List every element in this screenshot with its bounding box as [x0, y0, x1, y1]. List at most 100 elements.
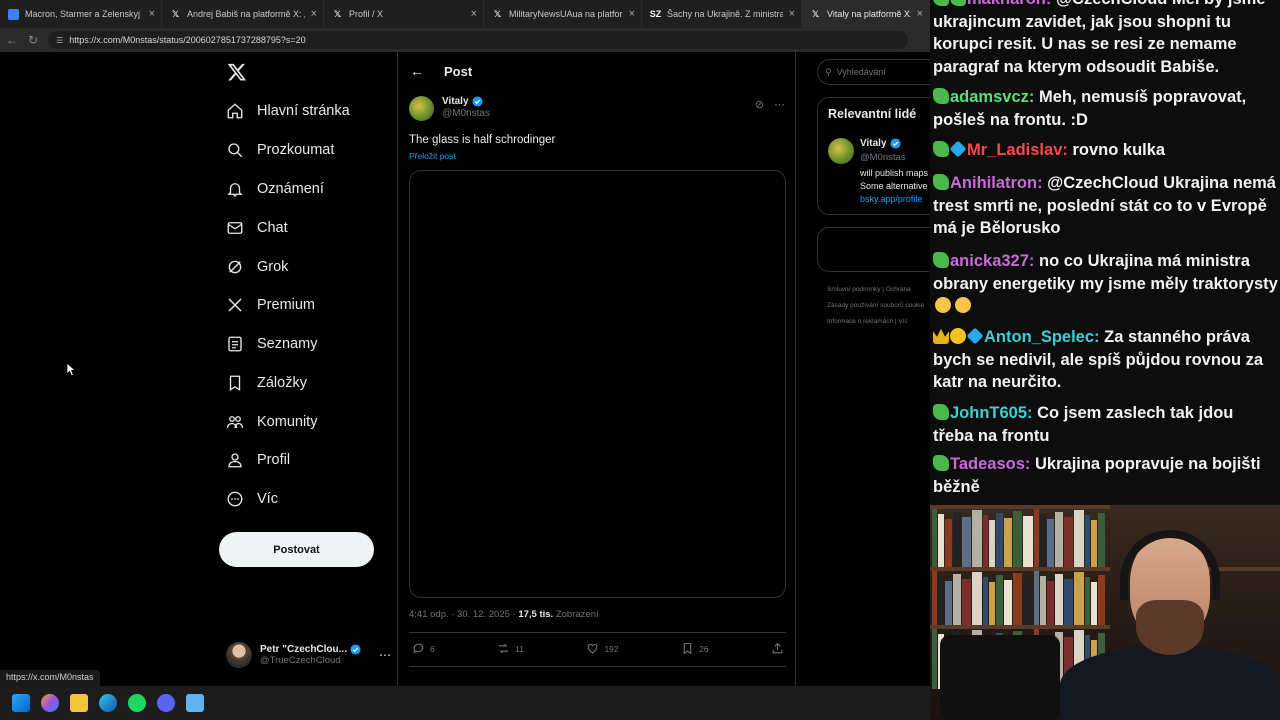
crown-badge-icon	[933, 328, 949, 344]
close-tab-icon[interactable]: ×	[471, 8, 477, 20]
browser-tab[interactable]: 𝕏 Vitaly na platformě X: „The gl ×	[802, 0, 930, 28]
browser-tab[interactable]: 𝕏 Profil / X ×	[324, 0, 484, 28]
browser-address-bar: ← ↻ ☰ https://x.com/M0nstas/status/20060…	[0, 28, 930, 52]
grok-icon[interactable]: ⊘	[755, 98, 764, 111]
like-button[interactable]: 192	[586, 642, 619, 655]
verified-badge-icon	[471, 96, 483, 107]
reply-button[interactable]: 6	[412, 642, 435, 655]
more-dots-icon[interactable]: ⋯	[379, 648, 391, 662]
back-icon[interactable]: ←	[6, 33, 18, 47]
x-logo-icon[interactable]	[227, 62, 247, 82]
sidebar-item-profil[interactable]: Profil	[226, 448, 290, 472]
more-dots-icon[interactable]: ⋯	[774, 98, 785, 111]
tweet-timestamp[interactable]: 4:41 odp. · 30. 12. 2025 ·	[409, 609, 518, 620]
account-switcher[interactable]: Petr "CzechClou... @TrueCzechCloud ⋯	[226, 640, 391, 670]
sidebar-item-label: Záložky	[257, 375, 307, 391]
spotify-icon[interactable]	[128, 694, 146, 712]
chat-message: Tadeasos: Ukrajina popravuje na bojišti …	[933, 455, 1261, 496]
close-tab-icon[interactable]: ×	[629, 8, 635, 20]
sidebar-item-label: Grok	[257, 259, 289, 275]
reload-icon[interactable]: ↻	[28, 33, 38, 47]
close-tab-icon[interactable]: ×	[789, 8, 795, 20]
notepad-icon[interactable]	[186, 694, 204, 712]
discord-icon[interactable]	[157, 694, 175, 712]
post-header: ← Post	[398, 52, 795, 90]
edge-icon[interactable]	[99, 694, 117, 712]
coin-badge-icon	[950, 328, 966, 344]
more-icon	[227, 491, 243, 507]
sidebar-item-premium[interactable]: Premium	[226, 293, 315, 317]
tweet-media[interactable]	[409, 170, 786, 598]
footer-links[interactable]: Smluvní podmínky | Ochrana	[827, 286, 911, 293]
sidebar-item-label: Víc	[257, 491, 278, 507]
bell-icon	[227, 183, 243, 197]
browser-tab[interactable]: 𝕏 Andrej Babiš na platformě X: „Dne ×	[162, 0, 324, 28]
browser-tab-bar: Macron, Starmer a Zelenskyj pode × 𝕏 Andrej…	[0, 0, 930, 28]
avatar[interactable]	[828, 138, 854, 164]
green-badge-icon	[933, 455, 949, 471]
translate-link[interactable]: Přeložit post	[409, 151, 456, 161]
person-handle[interactable]: @M0nstas	[860, 152, 906, 163]
browser-tab[interactable]: 𝕏 MilitaryNewsUAua na platformě ×	[484, 0, 642, 28]
chat-message: makharon: @CzechCloud Mel by jsme ukraji…	[933, 0, 1278, 78]
list-icon	[228, 336, 242, 352]
relevant-people-title: Relevantní lidé	[828, 107, 917, 121]
mail-icon	[227, 222, 243, 234]
sidebar-item-chat[interactable]: Chat	[226, 216, 288, 240]
windows-start-icon[interactable]	[12, 694, 30, 712]
footer-links[interactable]: Informace o reklamách | Víc	[827, 318, 908, 325]
close-tab-icon[interactable]: ×	[311, 8, 317, 20]
green-badge-icon	[933, 252, 949, 268]
sidebar-item-záložky[interactable]: Záložky	[226, 371, 307, 395]
post-detail-column: ← Post Vitaly @M0nstas ⊘ ⋯ The glass is …	[397, 52, 796, 686]
grin-emoji-icon	[935, 297, 951, 313]
sidebar-item-komunity[interactable]: Komunity	[226, 410, 317, 434]
tweet-author[interactable]: Vitaly @M0nstas	[409, 96, 787, 121]
close-tab-icon[interactable]: ×	[149, 8, 155, 20]
search-input[interactable]: ⚲ Vyhledávání	[817, 59, 930, 85]
repost-button[interactable]: 11	[497, 642, 524, 655]
site-info-icon[interactable]: ☰	[56, 36, 63, 45]
verified-badge-icon	[889, 138, 901, 149]
cube-badge-icon	[966, 327, 984, 345]
search-icon: ⚲	[825, 66, 832, 77]
author-handle[interactable]: @M0nstas	[442, 108, 490, 119]
post-button[interactable]: Postovat	[219, 532, 374, 567]
chat-message: adamsvcz: Meh, nemusíš popravovat, pošle…	[933, 88, 1247, 129]
views-count: 17,5 tis.	[518, 609, 554, 620]
tab-title: Vitaly na platformě X: „The gl	[827, 9, 911, 19]
copilot-icon[interactable]	[41, 694, 59, 712]
avatar[interactable]	[409, 96, 434, 121]
account-name: Petr "CzechClou...	[260, 644, 347, 655]
chat-message: Anton_Spelec: Za stanného práva bych se …	[933, 327, 1264, 391]
file-explorer-icon[interactable]	[70, 694, 88, 712]
chat-text: rovno kulka	[1072, 141, 1166, 159]
sidebar-item-oznámení[interactable]: Oznámení	[226, 177, 324, 201]
chat-username: makharon	[967, 0, 1046, 8]
person-link[interactable]: bsky.app/profile	[860, 194, 922, 204]
heart-icon	[588, 643, 598, 654]
person-name[interactable]: Vitaly	[860, 138, 887, 149]
footer-links[interactable]: Zásady používání souborů cookie	[827, 302, 924, 309]
share-icon	[772, 642, 783, 654]
sidebar-item-seznamy[interactable]: Seznamy	[226, 332, 317, 356]
bookmark-button[interactable]: 26	[681, 642, 709, 655]
sidebar-item-prozkoumat[interactable]: Prozkoumat	[226, 138, 334, 162]
reply-icon	[413, 643, 424, 654]
url-field[interactable]: ☰ https://x.com/M0nstas/status/200602785…	[48, 31, 909, 49]
person-bio-line: Some alternative	[860, 181, 928, 191]
close-tab-icon[interactable]: ×	[917, 8, 923, 20]
sidebar-item-hlavní-stránka[interactable]: Hlavní stránka	[226, 99, 350, 123]
repost-icon	[499, 643, 509, 654]
share-button[interactable]	[771, 642, 784, 655]
grok-icon	[228, 260, 242, 274]
tab-title: MilitaryNewsUAua na platformě	[509, 9, 623, 19]
author-name[interactable]: Vitaly	[442, 96, 469, 107]
browser-tab[interactable]: Macron, Starmer a Zelenskyj pode ×	[0, 0, 162, 28]
loading-card	[817, 227, 930, 272]
browser-tab[interactable]: SZ Šachy na Ukrajině. Z ministra obra ×	[642, 0, 802, 28]
page-title: Post	[444, 63, 473, 79]
sidebar-item-víc[interactable]: Víc	[226, 487, 278, 511]
back-arrow-icon[interactable]: ←	[410, 63, 424, 79]
sidebar-item-grok[interactable]: Grok	[226, 255, 288, 279]
